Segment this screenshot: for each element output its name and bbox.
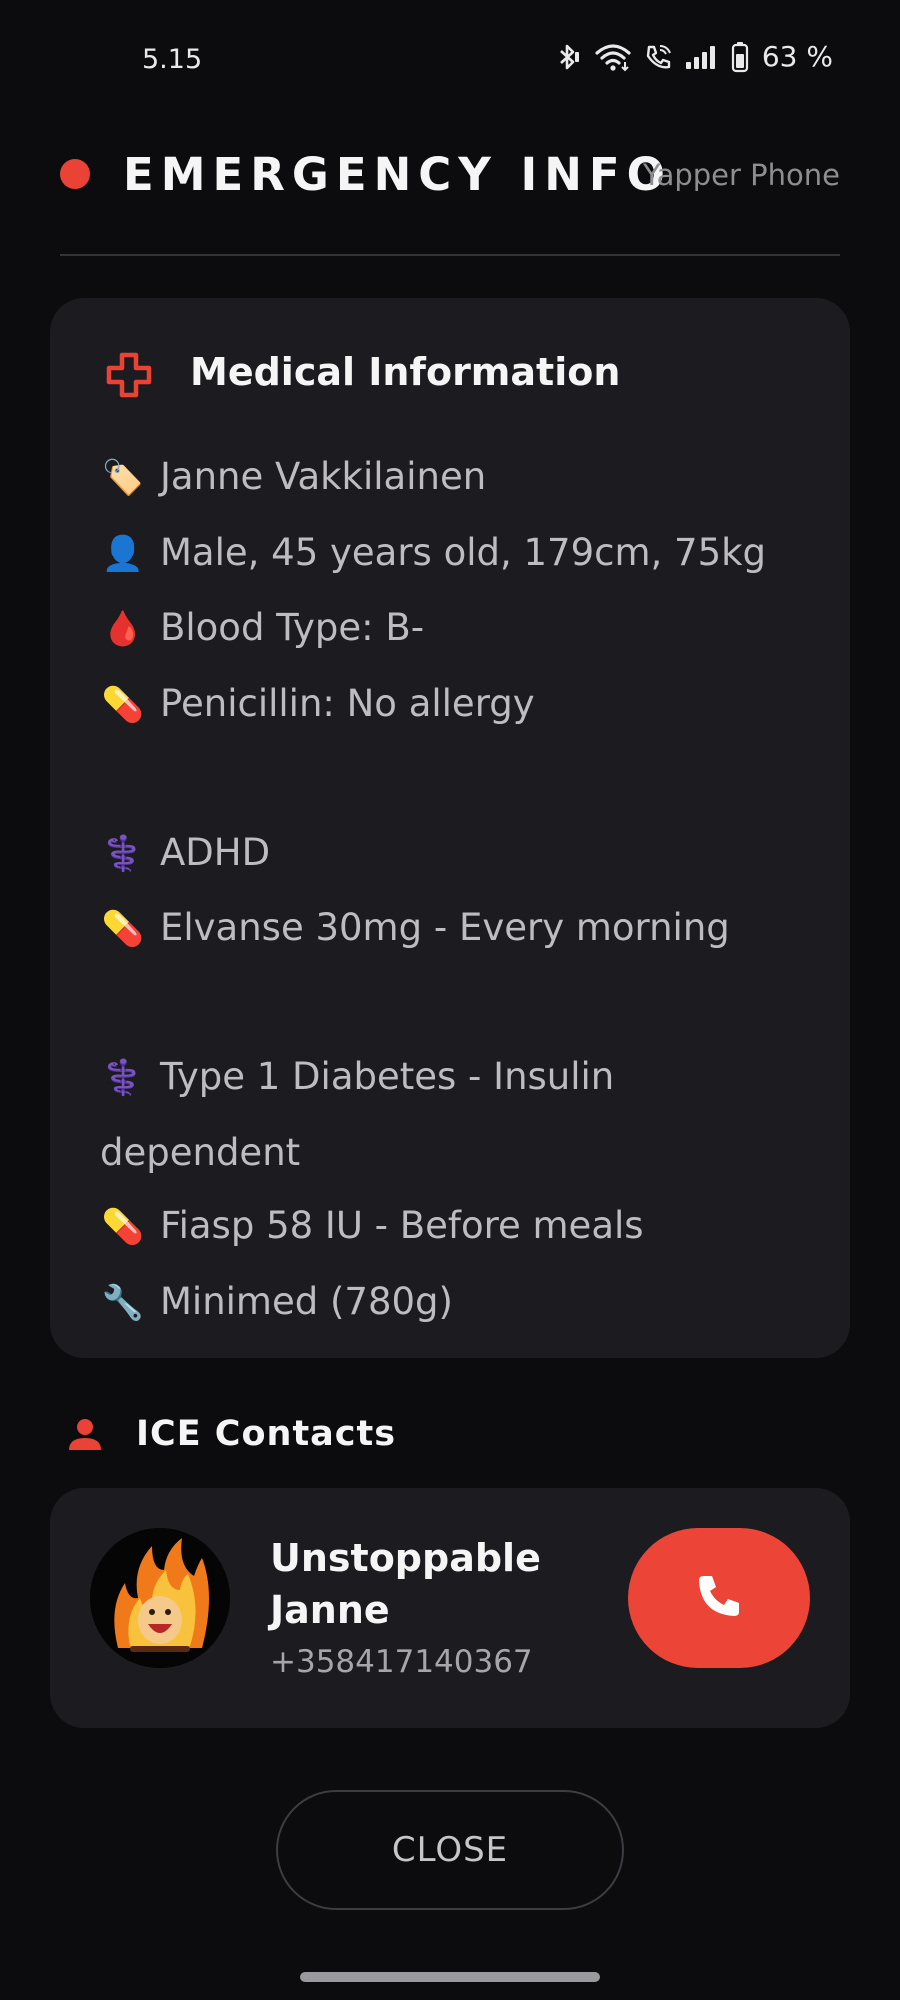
caduceus-icon: ⚕️ (101, 1058, 145, 1098)
emergency-info-screen: 5.15 63 % EMERGENCY INFO Yapper Phone Me… (0, 0, 900, 2000)
wifi-icon (594, 42, 632, 72)
contact-phone: +358417140367 (270, 1644, 533, 1680)
medical-cross-icon (106, 352, 152, 398)
wrench-icon: 🔧 (101, 1282, 145, 1323)
status-icons: 63 % (553, 40, 833, 73)
person-icon: 👤 (101, 533, 145, 574)
medical-line-condition-diabetes: ⚕️ Type 1 Diabetes - Insulin (100, 1040, 800, 1116)
status-time: 5.15 (142, 44, 203, 75)
ice-contacts-title: ICE Contacts (136, 1414, 397, 1454)
medical-line-blank (100, 742, 800, 816)
avatar (90, 1528, 230, 1668)
battery-icon (731, 41, 749, 73)
home-indicator[interactable] (300, 1972, 600, 1982)
status-bar: 5.15 63 % (0, 0, 900, 120)
tag-icon: 🏷️ (101, 458, 145, 498)
pill-icon: 💊 (101, 1207, 145, 1247)
caduceus-icon: ⚕️ (101, 833, 145, 874)
medical-line-condition-adhd: ⚕️ ADHD (100, 816, 800, 892)
medical-line-medication: 💊 Elvanse 30mg - Every morning (100, 891, 800, 967)
signal-icon (684, 42, 720, 72)
medical-line-person: 👤 Male, 45 years old, 179cm, 75kg (100, 516, 800, 592)
close-button[interactable]: CLOSE (276, 1790, 624, 1910)
contact-name: Unstoppable Janne (270, 1536, 541, 1632)
person-icon (66, 1416, 104, 1454)
medical-info-card: Medical Information 🏷️ Janne Vakkilainen … (50, 298, 850, 1358)
call-button[interactable] (628, 1528, 810, 1668)
wifi-calling-icon (643, 42, 673, 72)
header: EMERGENCY INFO Yapper Phone (60, 140, 840, 216)
battery-percent: 63 % (761, 40, 833, 73)
medical-line-name: 🏷️ Janne Vakkilainen (100, 440, 800, 516)
ice-contact-card: Unstoppable Janne +358417140367 (50, 1488, 850, 1728)
pill-icon: 💊 (101, 909, 145, 949)
medical-line-condition-diabetes-cont: dependent (100, 1130, 301, 1174)
medical-line-blood-type: 🩸 Blood Type: B- (100, 591, 800, 667)
medical-line-allergy: 💊 Penicillin: No allergy (100, 667, 800, 743)
phone-icon (693, 1570, 745, 1626)
medical-info-title: Medical Information (190, 350, 621, 394)
header-divider (60, 254, 840, 256)
alert-dot (60, 159, 90, 189)
medical-line-blank (100, 967, 800, 1041)
bluetooth-icon (553, 42, 583, 72)
medical-line-insulin: 💊 Fiasp 58 IU - Before meals (100, 1189, 800, 1265)
medical-info-list: 🏷️ Janne Vakkilainen 👤 Male, 45 years old,… (100, 440, 800, 1340)
medical-line-device: 🔧 Minimed (780g) (100, 1265, 800, 1341)
blood-drop-icon: 🩸 (101, 609, 145, 649)
page-title: EMERGENCY INFO (123, 148, 672, 201)
pill-icon: 💊 (101, 684, 145, 725)
app-name: Yapper Phone (642, 158, 840, 192)
